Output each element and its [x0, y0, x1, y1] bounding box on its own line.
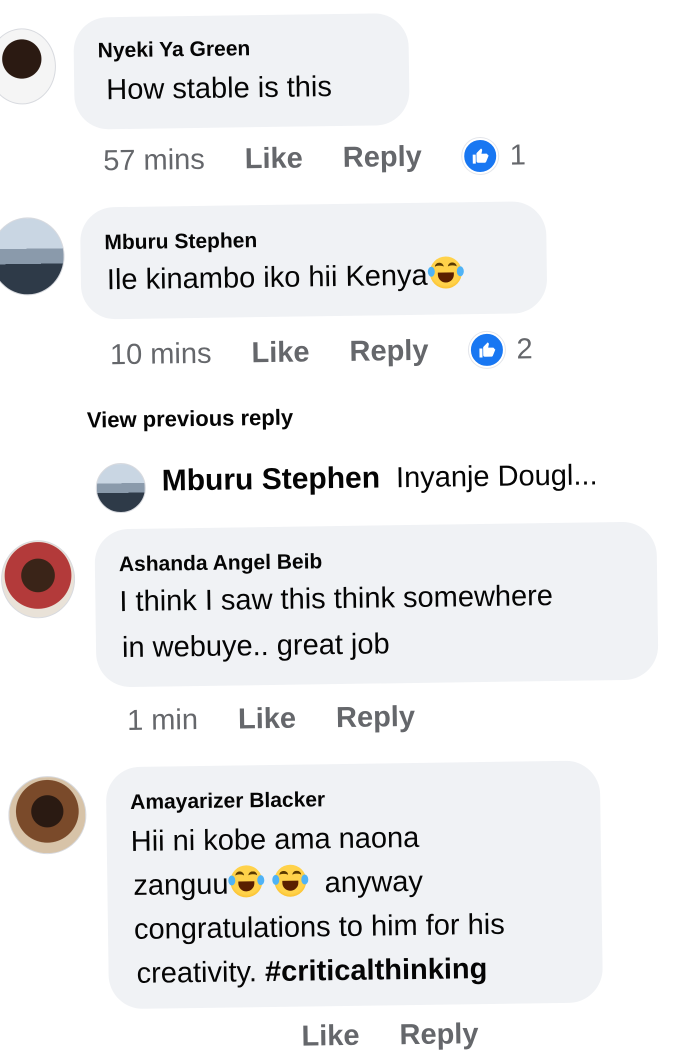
comment-author[interactable]: Nyeki Ya Green — [98, 37, 251, 63]
comment-text: I think I saw this think somewhere — [119, 580, 554, 619]
laughing-tears-emoji — [427, 256, 464, 289]
avatar[interactable] — [0, 216, 66, 296]
reply-button[interactable]: Reply — [343, 140, 422, 174]
reply-text: Inyanje Dougl... — [395, 458, 598, 494]
comment-author[interactable]: Amayarizer Blacker — [130, 788, 325, 815]
laughing-tears-emoji — [272, 864, 309, 897]
like-button[interactable]: Like — [245, 142, 303, 176]
thumbs-up-icon[interactable] — [461, 137, 499, 175]
avatar[interactable] — [95, 462, 147, 514]
hashtag-link[interactable]: #criticalthinking — [265, 953, 488, 988]
view-previous-reply-link[interactable]: View previous reply — [87, 405, 294, 434]
reply-button[interactable]: Reply — [336, 701, 415, 735]
reaction-count[interactable]: 1 — [510, 139, 527, 172]
comment-text: in webuye.. great job — [121, 628, 390, 665]
comment-text: How stable is this — [106, 71, 333, 107]
reply-author[interactable]: Mburu Stephen — [161, 461, 380, 498]
comment-text-line: Ile kinambo iko hii Kenya — [106, 259, 428, 297]
avatar[interactable] — [7, 775, 87, 855]
avatar[interactable] — [0, 27, 57, 105]
comment-actions: Like Reply — [161, 1018, 518, 1056]
comment-text: Hii ni kobe ama naona — [130, 821, 420, 858]
comment-text-line: creativity. — [136, 956, 258, 990]
comment-author[interactable]: Ashanda Angel Beib — [119, 550, 323, 577]
comment-text: Ile kinambo iko hii Kenya — [106, 254, 464, 302]
comment-actions: 57 mins Like Reply 1 — [103, 137, 526, 179]
comment-actions: 1 min Like Reply — [127, 700, 455, 738]
comment-text: zanguu anyway — [133, 861, 423, 908]
comment-actions: 10 mins Like Reply 2 — [110, 331, 533, 373]
thumbs-up-icon[interactable] — [468, 331, 505, 369]
reply-preview[interactable]: Mburu Stephen Inyanje Dougl... — [161, 458, 597, 498]
reaction-count[interactable]: 2 — [516, 333, 533, 366]
like-button[interactable]: Like — [238, 703, 296, 737]
like-button[interactable]: Like — [251, 336, 309, 370]
comments-section: Nyeki Ya Green How stable is this 57 min… — [0, 0, 680, 1053]
avatar[interactable] — [0, 539, 76, 619]
reply-button[interactable]: Reply — [349, 334, 428, 368]
comment-time: 1 min — [126, 704, 199, 737]
laughing-tears-emoji — [228, 865, 265, 898]
comment-author[interactable]: Mburu Stephen — [104, 229, 257, 255]
comment-time: 57 mins — [103, 143, 206, 177]
like-button[interactable]: Like — [301, 1020, 359, 1054]
comment-text: congratulations to him for his — [133, 908, 505, 946]
comment-text-line: zanguu — [133, 868, 229, 902]
reply-button[interactable]: Reply — [399, 1018, 478, 1052]
comment-text-line: anyway — [324, 865, 424, 900]
comment-text: creativity. #criticalthinking — [136, 948, 487, 996]
comment-time: 10 mins — [109, 337, 212, 371]
